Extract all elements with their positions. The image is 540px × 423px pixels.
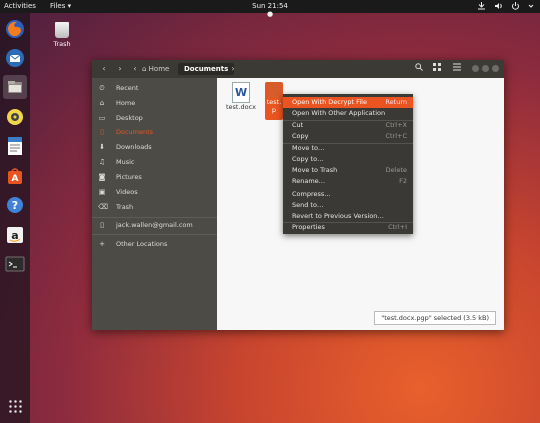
documents-icon: ▯ <box>100 128 104 136</box>
menu-item-move-to-trash[interactable]: Move to Trash Delete <box>283 165 413 176</box>
menu-item-properties[interactable]: Properties Ctrl+I <box>283 222 413 233</box>
home-icon: ⌂ <box>142 65 149 73</box>
menu-item-move-to[interactable]: Move to… <box>283 143 413 154</box>
breadcrumb-documents[interactable]: Documents <box>178 63 235 75</box>
phone-icon: ▯ <box>100 221 104 229</box>
desktop-trash[interactable]: Trash <box>50 22 74 48</box>
back-button[interactable]: ‹ <box>98 63 110 75</box>
network-icon <box>478 2 485 10</box>
view-options-button[interactable] <box>430 63 444 75</box>
word-document-icon: W <box>232 82 250 103</box>
sidebar: ⏲ Recent ⌂ Home ▭ Desktop ▯ Documents ⬇ Downl… <box>92 78 217 330</box>
sidebar-item-desktop[interactable]: ▭ Desktop <box>92 112 217 125</box>
sidebar-item-other-locations[interactable]: + Other Locations <box>92 238 217 251</box>
file-name: test. <box>266 98 282 106</box>
terminal-icon[interactable] <box>3 252 27 276</box>
context-menu: Open With Decrypt File Return Open With O… <box>283 94 413 234</box>
desktop-trash-label: Trash <box>53 40 71 48</box>
files-icon[interactable] <box>3 75 27 99</box>
forward-button[interactable]: › <box>114 63 126 75</box>
dock: A ? a <box>0 13 30 423</box>
sidebar-divider <box>92 217 217 218</box>
trash-icon: ⌫ <box>98 203 108 211</box>
search-icon <box>415 63 423 71</box>
downloads-icon: ⬇ <box>99 143 105 151</box>
maximize-button[interactable] <box>482 65 489 72</box>
minimize-button[interactable] <box>472 65 479 72</box>
menu-item-revert[interactable]: Revert to Previous Version… <box>283 211 413 222</box>
power-icon <box>512 2 519 10</box>
home-icon: ⌂ <box>99 99 105 107</box>
menu-button[interactable] <box>450 63 464 75</box>
top-bar: Activities Files ▾ Sun 21:54 ● <box>0 0 540 18</box>
menu-item-cut[interactable]: Cut Ctrl+X <box>283 120 413 131</box>
pictures-icon: ◙ <box>98 173 106 181</box>
help-icon[interactable]: ? <box>3 193 27 217</box>
menu-item-compress[interactable]: Compress… <box>283 189 413 200</box>
file-item-selected[interactable]: test. p <box>265 82 283 120</box>
sidebar-item-documents[interactable]: ▯ Documents <box>92 126 217 139</box>
search-button[interactable] <box>412 63 426 75</box>
status-overlay: "test.docx.pgp" selected (3.5 kB) <box>374 311 496 325</box>
svg-text:?: ? <box>12 199 18 212</box>
svg-text:A: A <box>12 174 19 184</box>
recent-icon: ⏲ <box>99 84 105 92</box>
sidebar-item-trash[interactable]: ⌫ Trash <box>92 201 217 214</box>
libreoffice-writer-icon[interactable] <box>3 134 27 158</box>
volume-icon <box>495 3 502 9</box>
close-button[interactable] <box>492 65 499 72</box>
music-icon: ♫ <box>98 158 106 166</box>
menu-item-open-with-decrypt[interactable]: Open With Decrypt File Return <box>283 97 413 108</box>
plus-icon: + <box>99 240 105 248</box>
menu-item-open-with-other[interactable]: Open With Other Application <box>283 108 413 119</box>
sidebar-item-account[interactable]: ▯ jack.wallen@gmail.com <box>92 219 217 232</box>
activities-button[interactable]: Activities <box>4 2 36 10</box>
clock[interactable]: Sun 21:54 ● <box>250 2 290 18</box>
sidebar-item-downloads[interactable]: ⬇ Downloads <box>92 141 217 154</box>
videos-icon: ▣ <box>98 188 106 196</box>
chevron-down-icon <box>528 4 534 8</box>
thunderbird-icon[interactable] <box>3 46 27 70</box>
encrypted-file-icon <box>267 82 281 98</box>
file-name: p <box>271 106 277 114</box>
menu-item-copy-to[interactable]: Copy to… <box>283 154 413 165</box>
sidebar-item-music[interactable]: ♫ Music <box>92 156 217 169</box>
show-applications-icon[interactable] <box>8 399 22 413</box>
breadcrumb-home[interactable]: ⌂ Home <box>142 63 169 75</box>
menu-item-send-to[interactable]: Send to… <box>283 200 413 211</box>
desktop-icon: ▭ <box>98 114 106 122</box>
system-tray[interactable] <box>477 1 534 11</box>
sidebar-divider <box>92 234 217 235</box>
grid-view-icon <box>433 63 441 71</box>
hamburger-icon <box>453 63 461 71</box>
sidebar-item-home[interactable]: ⌂ Home <box>92 97 217 110</box>
software-center-icon[interactable]: A <box>3 164 27 188</box>
rhythmbox-icon[interactable] <box>3 105 27 129</box>
header-bar: ‹ › ‹ ⌂ Home Documents › <box>92 60 504 78</box>
amazon-icon[interactable]: a <box>3 223 27 247</box>
breadcrumb-right-arrow[interactable]: › <box>228 63 238 75</box>
sidebar-item-videos[interactable]: ▣ Videos <box>92 186 217 199</box>
firefox-icon[interactable] <box>3 17 27 41</box>
file-name: test.docx <box>225 103 257 111</box>
menu-item-rename[interactable]: Rename… F2 <box>283 176 413 187</box>
file-item[interactable]: W test.docx <box>225 82 257 111</box>
sidebar-item-pictures[interactable]: ◙ Pictures <box>92 171 217 184</box>
files-app-menu[interactable]: Files ▾ <box>50 2 71 10</box>
trash-icon <box>55 22 69 38</box>
breadcrumb-left-arrow[interactable]: ‹ <box>130 63 140 75</box>
menu-item-copy[interactable]: Copy Ctrl+C <box>283 131 413 142</box>
sidebar-item-recent[interactable]: ⏲ Recent <box>92 82 217 95</box>
